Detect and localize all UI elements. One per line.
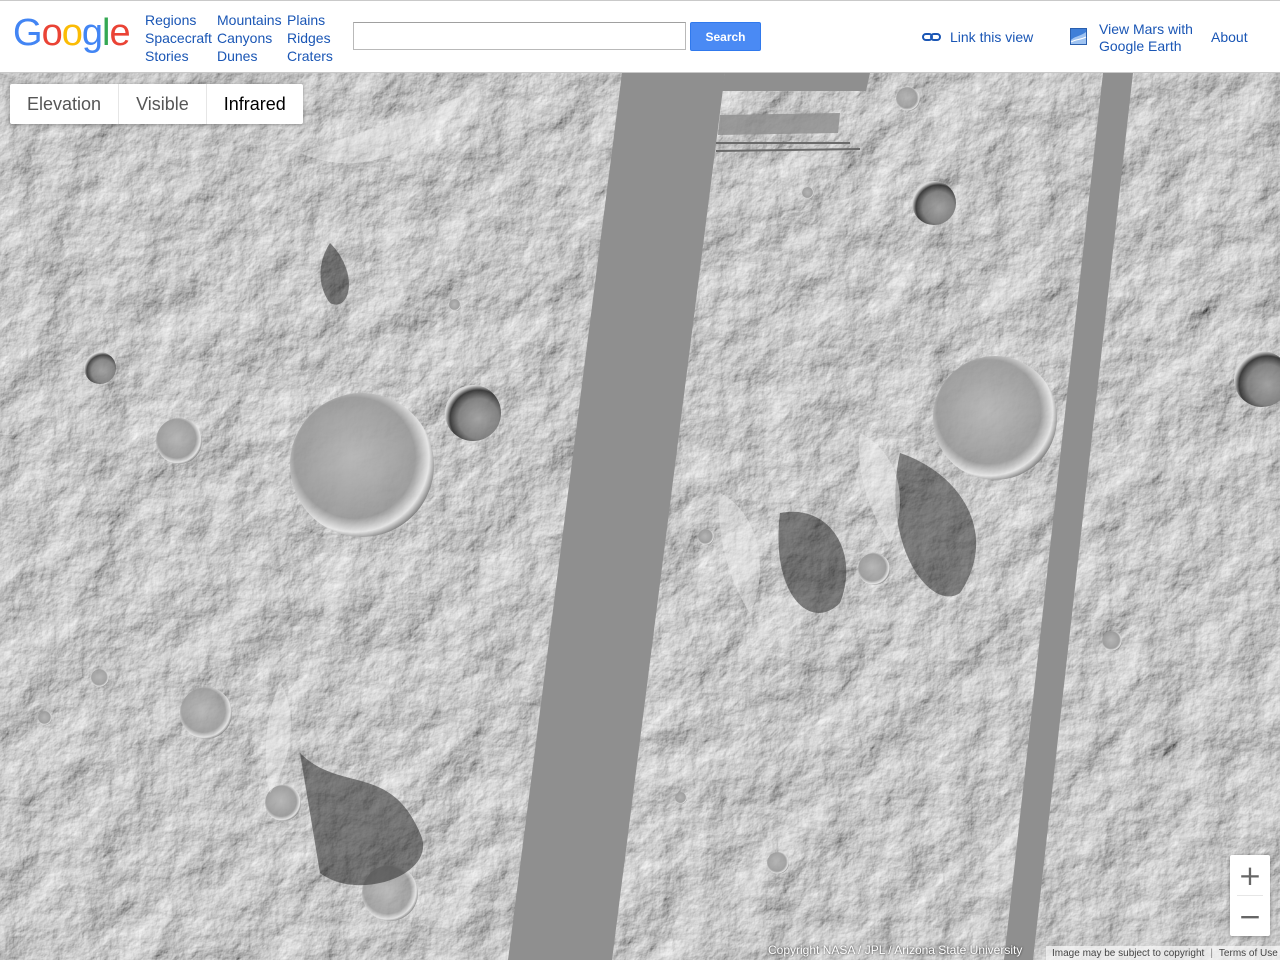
chain-link-icon bbox=[922, 33, 941, 41]
link-this-view-link[interactable]: Link this view bbox=[922, 29, 1033, 45]
search-input[interactable] bbox=[353, 22, 686, 50]
zoom-in-button[interactable]: + bbox=[1230, 855, 1270, 895]
search-button[interactable]: Search bbox=[690, 22, 761, 51]
attribution-bar: Image may be subject to copyright | Term… bbox=[1046, 946, 1280, 960]
no-data-patch bbox=[718, 113, 840, 135]
logo-letter: o bbox=[61, 12, 83, 54]
logo-letter: o bbox=[41, 12, 63, 54]
link-this-view-label: Link this view bbox=[950, 29, 1034, 45]
tab-visible[interactable]: Visible bbox=[119, 84, 207, 124]
mars-map-viewport[interactable]: Elevation Visible Infrared + − Copyright… bbox=[0, 73, 1280, 960]
top-header: Google Regions Mountains Plains Spacecra… bbox=[0, 0, 1280, 73]
google-logo[interactable]: Google bbox=[13, 11, 131, 55]
nav-link-dunes[interactable]: Dunes bbox=[217, 47, 287, 65]
logo-letter: e bbox=[109, 12, 130, 54]
logo-letter: g bbox=[81, 12, 103, 54]
terms-of-use-link[interactable]: Terms of Use bbox=[1219, 948, 1278, 959]
nav-link-canyons[interactable]: Canyons bbox=[217, 29, 287, 47]
nav-link-craters[interactable]: Craters bbox=[287, 47, 347, 65]
nav-link-stories[interactable]: Stories bbox=[145, 47, 217, 65]
about-link[interactable]: About bbox=[1211, 29, 1248, 45]
nav-link-ridges[interactable]: Ridges bbox=[287, 29, 347, 47]
imagery-copyright: Copyright NASA / JPL / Arizona State Uni… bbox=[768, 943, 1023, 957]
zoom-control: + − bbox=[1230, 855, 1270, 936]
earth-link-line2: Google Earth bbox=[1099, 38, 1182, 54]
nav-link-regions[interactable]: Regions bbox=[145, 11, 217, 29]
category-nav: Regions Mountains Plains Spacecraft Cany… bbox=[145, 11, 347, 65]
attribution-separator: | bbox=[1210, 947, 1213, 959]
image-copyright-notice: Image may be subject to copyright bbox=[1052, 947, 1205, 959]
nav-link-plains[interactable]: Plains bbox=[287, 11, 347, 29]
earth-link-line1: View Mars with bbox=[1099, 21, 1193, 37]
tab-elevation[interactable]: Elevation bbox=[10, 84, 120, 124]
tab-infrared[interactable]: Infrared bbox=[207, 84, 303, 124]
google-earth-icon bbox=[1070, 28, 1087, 45]
no-data-patch bbox=[722, 73, 870, 91]
earth-link-text: View Mars with Google Earth bbox=[1099, 21, 1193, 55]
zoom-out-button[interactable]: − bbox=[1230, 896, 1270, 936]
mars-infrared-terrain-image bbox=[0, 73, 1280, 960]
nav-link-spacecraft[interactable]: Spacecraft bbox=[145, 29, 217, 47]
map-layer-tabs: Elevation Visible Infrared bbox=[10, 84, 303, 124]
logo-letter: l bbox=[101, 12, 111, 54]
nav-link-mountains[interactable]: Mountains bbox=[217, 11, 287, 29]
logo-letter: G bbox=[13, 12, 43, 54]
view-in-google-earth-link[interactable]: View Mars with Google Earth bbox=[1070, 21, 1193, 55]
